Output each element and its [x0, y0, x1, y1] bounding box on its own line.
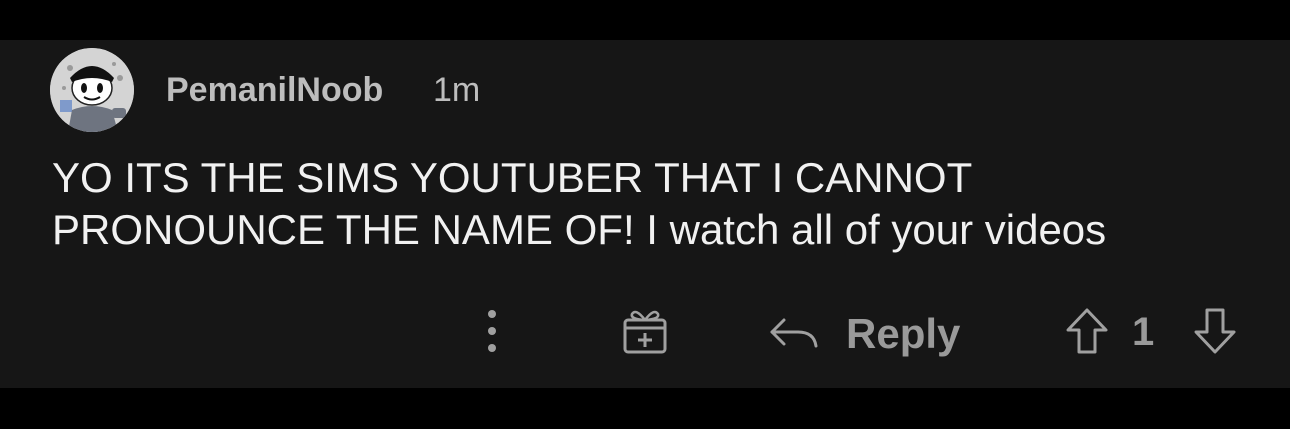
comment-card: PemanilNoob 1m YO ITS THE SIMS YOUTUBER … [0, 40, 1290, 388]
upvote-arrow-icon [1066, 308, 1108, 354]
reply-label: Reply [846, 310, 961, 357]
comment-body: YO ITS THE SIMS YOUTUBER THAT I CANNOT P… [52, 152, 1252, 256]
avatar-snoo-icon [50, 48, 134, 132]
comment-actions-bar: Reply 1 [0, 298, 1290, 364]
more-vertical-icon [488, 310, 496, 352]
award-gift-icon [623, 310, 667, 354]
vote-count: 1 [1132, 310, 1155, 354]
username[interactable]: PemanilNoob [166, 70, 383, 110]
upvote-button[interactable] [1064, 306, 1110, 356]
comment-body-line: PRONOUNCE THE NAME OF! I watch all of yo… [52, 206, 1107, 253]
award-button[interactable] [620, 306, 670, 356]
downvote-arrow-icon [1194, 308, 1236, 354]
avatar[interactable] [50, 48, 134, 132]
reply-arrow-icon [770, 318, 818, 348]
reply-arrow-container [768, 316, 820, 350]
reply-button[interactable]: Reply [768, 304, 968, 360]
page: PemanilNoob 1m YO ITS THE SIMS YOUTUBER … [0, 0, 1290, 429]
timestamp: 1m [433, 71, 481, 109]
comment-body-line: YO ITS THE SIMS YOUTUBER THAT I CANNOT [52, 154, 973, 201]
downvote-button[interactable] [1192, 306, 1238, 356]
more-options-button[interactable] [478, 308, 506, 354]
